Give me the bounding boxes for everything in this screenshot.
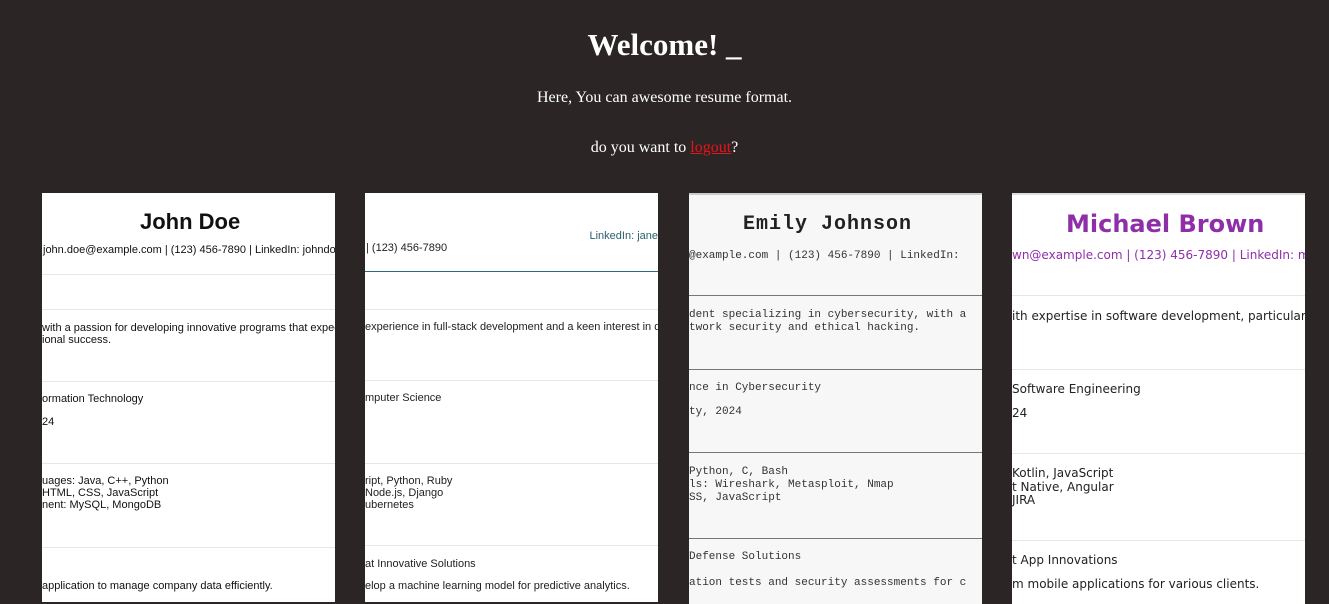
resume-experience-line: elop a machine learning model for predic… — [365, 580, 630, 592]
divider — [42, 463, 335, 464]
resume-skills-line: Kotlin, JavaScript — [1012, 466, 1114, 480]
resume-education-line: nce in Cybersecurity — [689, 382, 822, 394]
divider — [365, 463, 658, 464]
resume-card-modern[interactable]: LinkedIn: jane | (123) 456-7890 experien… — [365, 193, 658, 602]
resume-contact: john.doe@example.com | (123) 456-7890 | … — [43, 244, 335, 256]
resume-summary-line: twork security and ethical hacking. — [689, 322, 921, 334]
resume-education-line: mputer Science — [365, 392, 442, 404]
resume-skills-line: HTML, CSS, JavaScript — [42, 487, 159, 499]
divider — [1012, 295, 1305, 296]
resume-education-line: ormation Technology — [42, 393, 144, 405]
resume-project-line: application to manage company data effic… — [42, 580, 273, 592]
divider — [365, 309, 658, 310]
resume-name: John Doe — [140, 209, 241, 234]
resume-summary-line: ional success. — [42, 334, 112, 346]
resume-contact: wn@example.com | (123) 456-7890 | Linked… — [1012, 248, 1305, 262]
resume-summary-line: with a passion for developing innovative… — [42, 322, 335, 334]
resume-linkedin: LinkedIn: jane — [589, 230, 659, 242]
resume-skills-line: ubernetes — [365, 499, 414, 511]
resume-skills-line: SS, JavaScript — [689, 492, 782, 504]
resume-experience-line: t App Innovations — [1012, 553, 1118, 567]
page-subtitle: Here, You can awesome resume format. — [536, 89, 793, 106]
divider — [42, 547, 335, 548]
resume-name: Emily Johnson — [743, 213, 913, 236]
resume-education-line: ty, 2024 — [689, 406, 742, 418]
resume-experience-line: m mobile applications for various client… — [1012, 577, 1260, 591]
resume-education-line: 24 — [1012, 406, 1028, 420]
divider — [365, 271, 658, 272]
divider — [42, 274, 335, 275]
resume-skills-line: t Native, Angular — [1012, 480, 1114, 494]
resume-skills-line: uages: Java, C++, Python — [42, 475, 169, 487]
divider — [1012, 453, 1305, 454]
resume-education-line: 24 — [42, 416, 55, 428]
resume-skills-line: ript, Python, Ruby — [365, 475, 453, 487]
resume-skills-line: Node.js, Django — [365, 487, 444, 499]
resume-skills-line: Python, C, Bash — [689, 466, 789, 478]
divider — [689, 295, 982, 296]
divider — [689, 452, 982, 453]
divider — [1012, 540, 1305, 541]
logout-prompt: do you want to logout? — [0, 107, 1329, 157]
logout-link[interactable]: logout — [690, 139, 731, 156]
divider — [365, 545, 658, 546]
resume-skills-line: JIRA — [1012, 493, 1036, 507]
resume-summary-line: experience in full-stack development and… — [365, 321, 658, 333]
resume-education-line: Software Engineering — [1012, 382, 1141, 396]
resume-summary-line: dent specializing in cybersecurity, with… — [689, 309, 967, 321]
resume-format-gallery: John Doe john.doe@example.com | (123) 45… — [42, 193, 1312, 604]
divider — [1012, 369, 1305, 370]
page-title: Welcome! _ — [587, 27, 742, 62]
divider — [689, 369, 982, 370]
welcome-header: Welcome! _ Here, You can awesome resume … — [0, 0, 1329, 157]
divider — [42, 381, 335, 382]
divider — [689, 538, 982, 539]
divider — [365, 380, 658, 381]
logout-suffix: ? — [731, 139, 739, 156]
logout-prefix: do you want to — [590, 139, 691, 156]
resume-skills-line: ls: Wireshark, Metasploit, Nmap — [689, 479, 894, 491]
divider — [42, 309, 335, 310]
resume-experience-line: ation tests and security assessments for… — [689, 577, 967, 589]
resume-skills-line: nent: MySQL, MongoDB — [42, 499, 162, 511]
resume-name: Michael Brown — [1066, 210, 1265, 238]
resume-contact: @example.com | (123) 456-7890 | LinkedIn… — [689, 250, 960, 262]
resume-card-purple[interactable]: Michael Brown wn@example.com | (123) 456… — [1012, 193, 1305, 604]
resume-card-monospace[interactable]: Emily Johnson @example.com | (123) 456-7… — [689, 193, 982, 604]
resume-summary-line: ith expertise in software development, p… — [1012, 309, 1305, 323]
resume-experience-line: Defense Solutions — [689, 551, 802, 563]
resume-contact: | (123) 456-7890 — [366, 242, 448, 254]
resume-experience-line: at Innovative Solutions — [365, 558, 476, 570]
resume-card-classic[interactable]: John Doe john.doe@example.com | (123) 45… — [42, 193, 335, 602]
